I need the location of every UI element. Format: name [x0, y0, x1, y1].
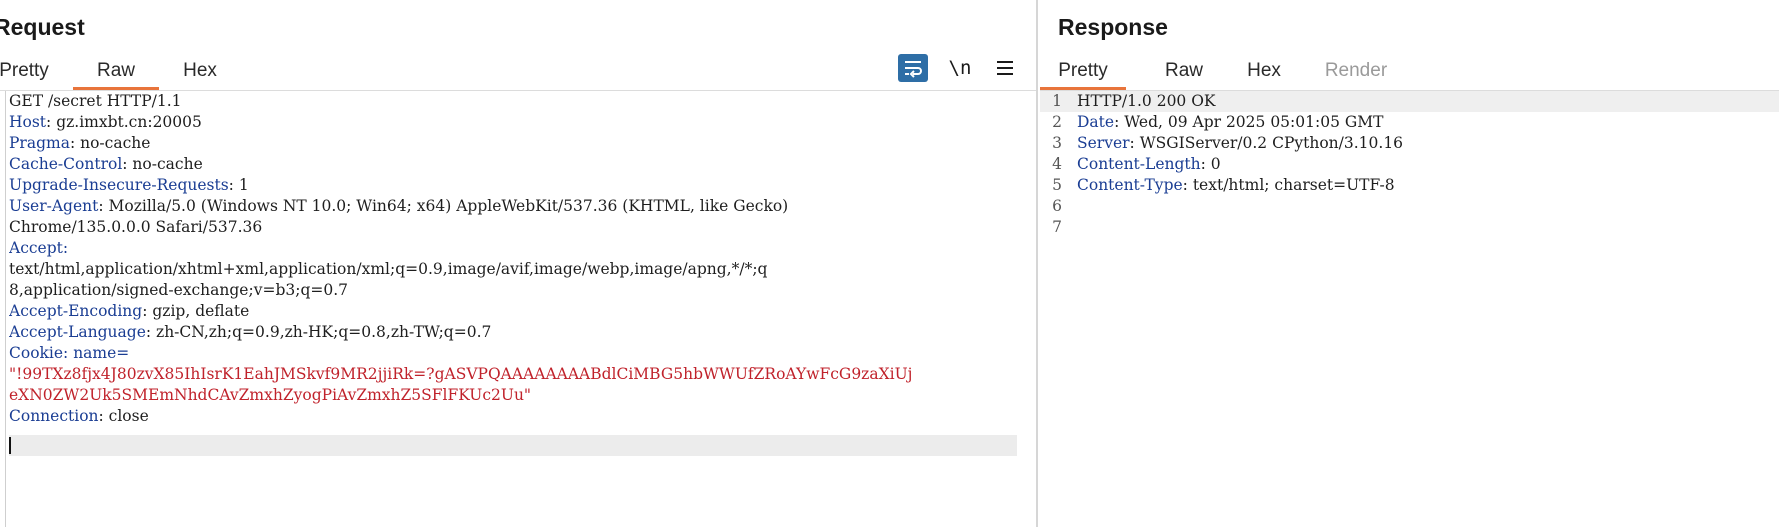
request-line: eXN0ZW2Uk5SMEmNhdCAvZmxhZyogPiAvZmxhZ5SF… [9, 385, 1019, 406]
response-line: 6 [1040, 196, 1779, 217]
current-line[interactable] [9, 435, 1017, 456]
request-editor[interactable]: GET /secret HTTP/1.1 Host: gz.imxbt.cn:2… [9, 91, 1019, 527]
request-line: Accept: [9, 239, 69, 257]
request-line: 8,application/signed-exchange;v=b3;q=0.7 [9, 281, 349, 299]
line-number: 3 [1052, 134, 1062, 152]
response-line: 4 Content-Length: 0 [1040, 154, 1779, 175]
tab-response-raw[interactable]: Raw [1160, 56, 1208, 90]
cookie-value: eXN0ZW2Uk5SMEmNhdCAvZmxhZyogPiAvZmxhZ5SF… [9, 386, 532, 404]
tab-response-pretty[interactable]: Pretty [1040, 56, 1126, 90]
line-number: 4 [1052, 155, 1062, 173]
text-caret [9, 437, 11, 454]
line-number: 6 [1052, 197, 1062, 215]
wrap-lines-button[interactable] [898, 54, 928, 82]
pane-divider[interactable] [1036, 0, 1038, 527]
line-number: 7 [1052, 218, 1062, 236]
tab-request-raw[interactable]: Raw [73, 56, 159, 90]
menu-icon [996, 59, 1014, 81]
line-number: 2 [1052, 113, 1062, 131]
cookie-value: "!99TXz8fjx4J80zvX85IhIsrK1EahJMSkvf9MR2… [9, 365, 913, 383]
request-line: Cache-Control: no-cache [9, 155, 203, 173]
response-pane: Response Pretty Raw Hex Render 1 HTTP/1.0… [1040, 0, 1779, 527]
request-line: Host: gz.imxbt.cn:20005 [9, 113, 202, 131]
response-line: 7 [1040, 217, 1779, 238]
request-line: "!99TXz8fjx4J80zvX85IhIsrK1EahJMSkvf9MR2… [9, 364, 1019, 385]
editor-gutter-edge [5, 91, 6, 527]
request-line: Cookie: name= [9, 344, 130, 362]
request-title: Request [0, 14, 85, 40]
response-line: 1 HTTP/1.0 200 OK [1040, 91, 1779, 112]
request-line: Connection: close [9, 407, 149, 425]
response-title: Response [1058, 14, 1168, 40]
menu-button[interactable] [992, 54, 1018, 82]
request-line: Accept-Language: zh-CN,zh;q=0.9,zh-HK;q=… [9, 323, 492, 341]
response-editor[interactable]: 1 HTTP/1.0 200 OK 2 Date: Wed, 09 Apr 2025… [1040, 91, 1779, 527]
request-line: text/html,application/xhtml+xml,applicat… [9, 260, 768, 278]
request-line: GET /secret HTTP/1.1 [9, 92, 182, 110]
request-line: User-Agent: Mozilla/5.0 (Windows NT 10.0… [9, 197, 789, 215]
tab-request-pretty[interactable]: Pretty [0, 56, 54, 90]
tab-response-hex[interactable]: Hex [1240, 56, 1288, 90]
response-line: 2 Date: Wed, 09 Apr 2025 05:01:05 GMT [1040, 112, 1779, 133]
tab-response-render[interactable]: Render [1320, 56, 1392, 90]
line-number: 1 [1052, 92, 1062, 110]
request-pane: Request Pretty Raw Hex \n GET /secret HT [0, 0, 1036, 527]
request-line: Chrome/135.0.0.0 Safari/537.36 [9, 218, 263, 236]
request-line: Pragma: no-cache [9, 134, 151, 152]
response-line: 5 Content-Type: text/html; charset=UTF-8 [1040, 175, 1779, 196]
response-line: 3 Server: WSGIServer/0.2 CPython/3.10.16 [1040, 133, 1779, 154]
wrap-lines-icon [902, 61, 924, 83]
request-line: Accept-Encoding: gzip, deflate [9, 302, 250, 320]
tab-request-hex[interactable]: Hex [176, 56, 224, 90]
show-newlines-button[interactable]: \n [944, 54, 976, 82]
request-line: Upgrade-Insecure-Requests: 1 [9, 176, 249, 194]
line-number: 5 [1052, 176, 1062, 194]
